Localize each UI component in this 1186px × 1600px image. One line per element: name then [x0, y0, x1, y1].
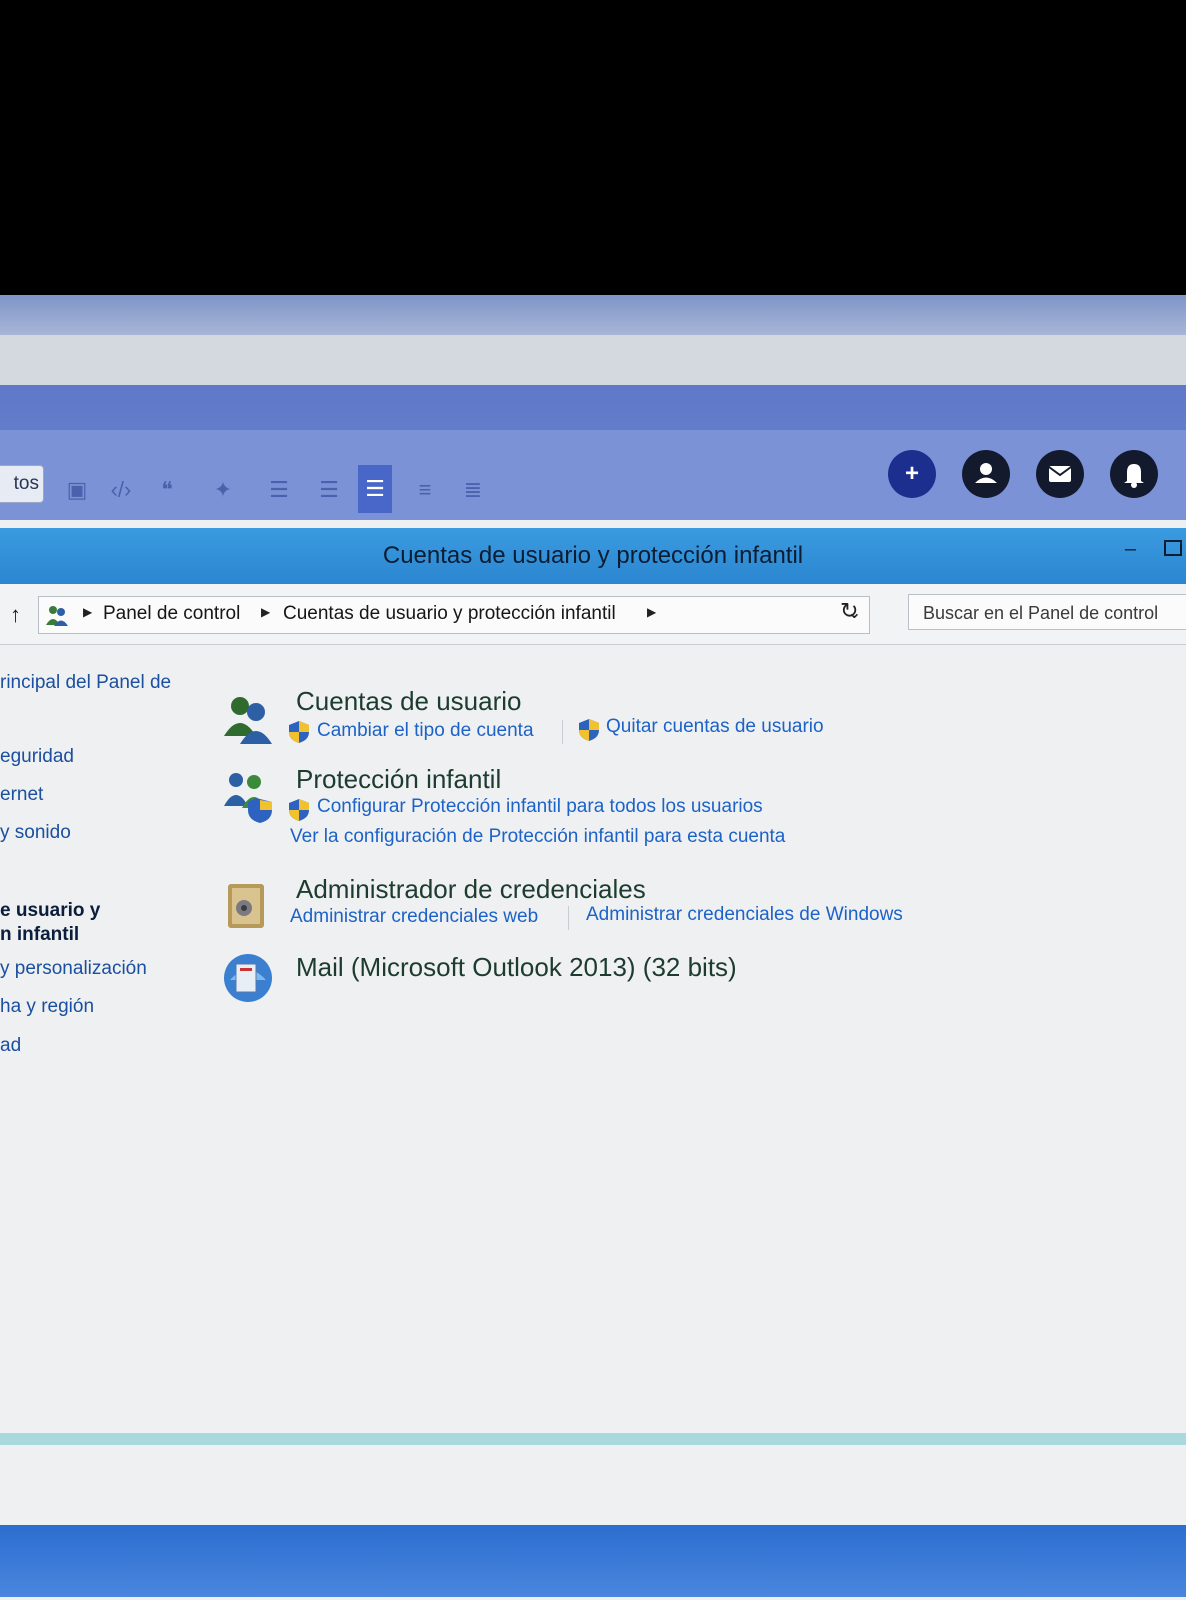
remove-accounts-link[interactable]: Quitar cuentas de usuario	[606, 716, 824, 738]
up-arrow-icon[interactable]: ↑	[10, 602, 21, 628]
view-family-settings-link[interactable]: Ver la configuración de Protección infan…	[290, 826, 785, 848]
screen: tos ▣ ‹/› ❝ ✦ ☰ ☰ ☰ ≡ ≣ + Cuentas de usu…	[0, 295, 1186, 1600]
credential-vault-icon	[228, 884, 264, 928]
web-credentials-link[interactable]: Administrar credenciales web	[290, 906, 538, 928]
chevron-right-icon: ▶	[83, 605, 93, 619]
quote-icon[interactable]: ❝	[150, 473, 184, 507]
section-title[interactable]: Mail (Microsoft Outlook 2013) (32 bits)	[296, 952, 737, 983]
mail-icon	[1048, 466, 1072, 482]
shield-icon	[289, 721, 309, 743]
refresh-icon[interactable]: ↻	[840, 598, 858, 624]
indent-icon[interactable]: ☰	[312, 473, 346, 507]
minimize-button[interactable]: –	[1125, 538, 1136, 561]
browser-address-strip	[0, 335, 1186, 386]
nav-item-internet[interactable]: ernet	[0, 784, 43, 806]
align-left-icon[interactable]: ☰	[358, 465, 392, 513]
nav-item-accessibility[interactable]: ad	[0, 1035, 21, 1057]
twitter-icon[interactable]: ✦	[206, 473, 240, 507]
configure-family-safety-link[interactable]: Configurar Protección infantil para todo…	[317, 796, 763, 818]
mail-settings-icon	[224, 954, 272, 1002]
add-button[interactable]: +	[888, 450, 936, 498]
link-separator	[568, 906, 569, 930]
section-title[interactable]: Administrador de credenciales	[296, 874, 646, 905]
browser-title-bar	[0, 295, 1186, 335]
taskbar	[0, 1525, 1186, 1597]
window-title: Cuentas de usuario y protección infantil	[382, 542, 804, 569]
align-justify-icon[interactable]: ≣	[456, 473, 490, 507]
notifications-button[interactable]	[1110, 450, 1158, 498]
nav-item-home[interactable]: rincipal del Panel de	[0, 672, 171, 694]
shield-icon	[289, 799, 309, 821]
nav-item-region[interactable]: ha y región	[0, 996, 94, 1018]
window-bottom-edge	[0, 1433, 1186, 1445]
mail-button[interactable]	[1036, 450, 1084, 498]
search-input[interactable]: Buscar en el Panel de control	[908, 594, 1186, 630]
change-account-type-link[interactable]: Cambiar el tipo de cuenta	[317, 720, 534, 742]
nav-item-security[interactable]: eguridad	[0, 746, 74, 768]
section-title[interactable]: Cuentas de usuario	[296, 686, 521, 717]
users-icon	[46, 606, 68, 626]
nav-item-accounts[interactable]: e usuario y	[0, 900, 100, 922]
nav-item-sound[interactable]: y sonido	[0, 822, 71, 844]
breadcrumb-item-accounts[interactable]: Cuentas de usuario y protección infantil	[283, 603, 616, 625]
list-icon[interactable]: ☰	[262, 473, 296, 507]
user-button[interactable]	[962, 450, 1010, 498]
address-bar: ↑ ▶ Panel de control ▶ Cuentas de usuari…	[0, 584, 1186, 645]
chevron-right-icon: ▶	[647, 605, 657, 619]
section-title[interactable]: Protección infantil	[296, 764, 501, 795]
shield-icon	[579, 719, 599, 741]
link-separator	[562, 720, 563, 744]
editor-tab[interactable]: tos	[0, 465, 44, 503]
align-center-icon[interactable]: ≡	[408, 473, 442, 507]
user-icon	[975, 463, 997, 483]
maximize-button[interactable]	[1164, 540, 1182, 556]
bell-icon	[1124, 464, 1144, 488]
nav-item-accounts-2[interactable]: n infantil	[0, 924, 79, 946]
breadcrumb[interactable]: ▶ Panel de control ▶ Cuentas de usuario …	[38, 596, 870, 634]
code-icon[interactable]: ‹/›	[104, 473, 138, 507]
breadcrumb-item-panel[interactable]: Panel de control	[103, 603, 240, 625]
windows-credentials-link[interactable]: Administrar credenciales de Windows	[586, 904, 903, 926]
window-titlebar: Cuentas de usuario y protección infantil…	[0, 528, 1186, 584]
nav-item-appearance[interactable]: y personalización	[0, 958, 147, 980]
image-icon[interactable]: ▣	[60, 473, 94, 507]
user-accounts-icon	[224, 697, 272, 744]
family-safety-icon	[224, 773, 272, 823]
chevron-right-icon: ▶	[261, 605, 271, 619]
